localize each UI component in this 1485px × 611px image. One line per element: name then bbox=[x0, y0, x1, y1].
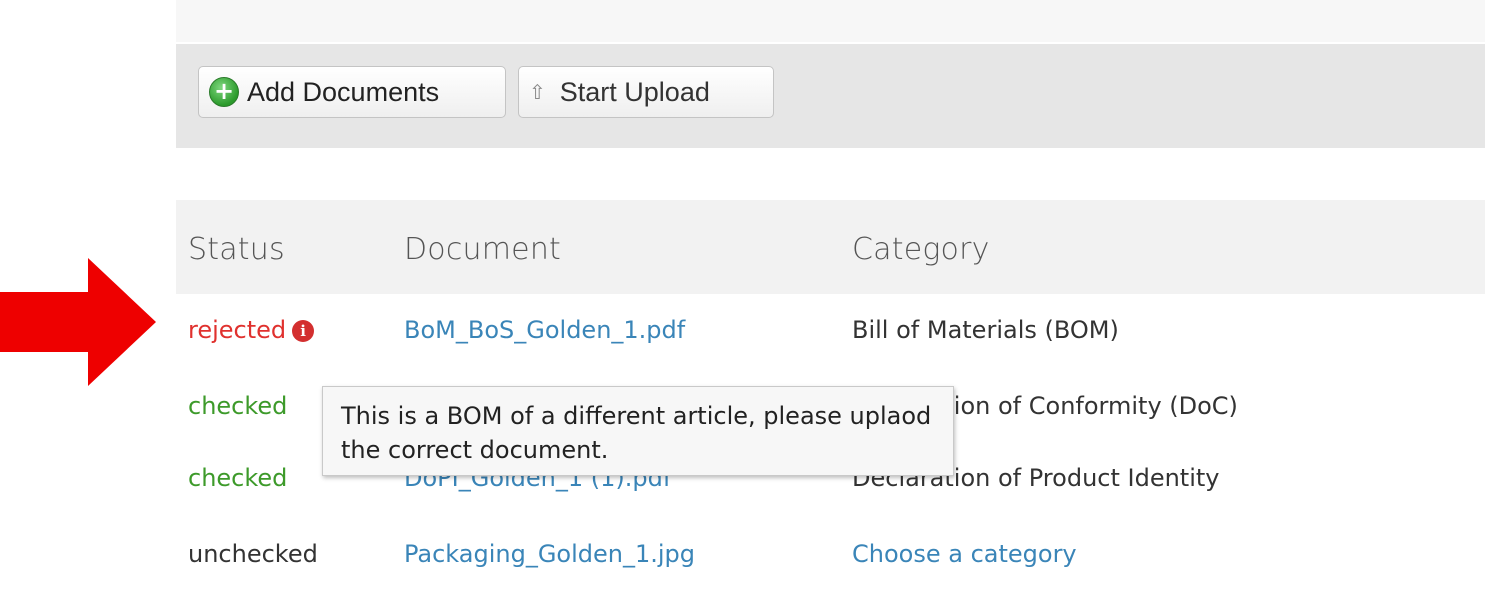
document-link[interactable]: Packaging_Golden_1.jpg bbox=[404, 540, 695, 568]
arrow-up-icon: ⇧ bbox=[529, 81, 546, 104]
start-upload-button[interactable]: ⇧ Start Upload bbox=[518, 66, 774, 118]
header-status: Status bbox=[188, 232, 285, 267]
rejection-tooltip: This is a BOM of a different article, pl… bbox=[322, 386, 954, 476]
header-document: Document bbox=[404, 232, 562, 267]
status-text: checked bbox=[188, 464, 288, 492]
add-documents-button[interactable]: + Add Documents bbox=[198, 66, 506, 118]
document-link[interactable]: BoM_BoS_Golden_1.pdf bbox=[404, 316, 685, 344]
header-category: Category bbox=[852, 232, 990, 267]
info-circle-icon[interactable]: i bbox=[292, 320, 315, 342]
status-text: checked bbox=[188, 392, 288, 420]
status-text: rejected bbox=[188, 316, 287, 344]
table-header: Status Document Category bbox=[176, 200, 1485, 294]
category-cell: Bill of Materials (BOM) bbox=[852, 316, 1119, 344]
top-strip bbox=[176, 0, 1485, 44]
right-arrow-icon bbox=[0, 258, 156, 386]
upload-toolbar: + Add Documents ⇧ Start Upload bbox=[176, 44, 1485, 148]
table-row: unchecked Packaging_Golden_1.jpg Choose … bbox=[176, 522, 1485, 590]
start-upload-label: Start Upload bbox=[559, 76, 710, 107]
choose-category-link[interactable]: Choose a category bbox=[852, 540, 1077, 568]
plus-circle-icon: + bbox=[209, 77, 239, 107]
status-text: unchecked bbox=[188, 540, 318, 568]
status-cell: rejected i bbox=[188, 316, 315, 344]
add-documents-label: Add Documents bbox=[247, 76, 440, 107]
table-row: rejected i BoM_BoS_Golden_1.pdf Bill of M… bbox=[176, 298, 1485, 366]
